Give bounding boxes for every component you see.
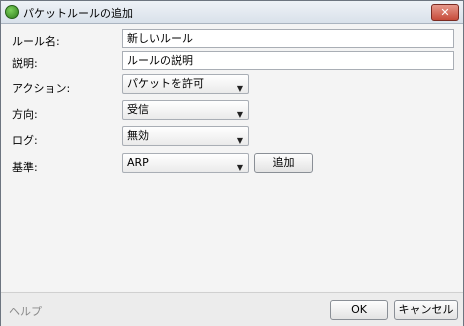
criteria-select[interactable]: ARP ▼: [122, 153, 249, 173]
log-select[interactable]: 無効 ▼: [122, 126, 249, 146]
form-area: ルール名: 新しいルール 説明: ルールの説明 アクション: パケットを許可 ▼…: [1, 24, 463, 291]
chevron-down-icon: ▼: [236, 110, 243, 119]
app-icon: [5, 5, 19, 19]
rule-name-label: ルール名:: [12, 35, 60, 48]
rule-name-input[interactable]: 新しいルール: [122, 29, 454, 48]
description-label: 説明:: [12, 57, 38, 70]
cancel-button[interactable]: キャンセル: [394, 300, 458, 320]
chevron-down-icon: ▼: [236, 163, 243, 172]
criteria-label: 基準:: [12, 161, 38, 174]
criteria-selected-value: ARP: [127, 156, 149, 169]
close-button[interactable]: ✕: [431, 4, 459, 21]
log-selected-value: 無効: [127, 129, 149, 142]
close-icon: ✕: [440, 6, 450, 19]
direction-label: 方向:: [12, 108, 38, 121]
dialog-footer: ヘルプ OK キャンセル: [1, 292, 463, 326]
add-criteria-button[interactable]: 追加: [254, 153, 313, 173]
window-title: パケットルールの追加: [23, 7, 133, 20]
add-packet-rule-dialog: パケットルールの追加 ✕ ルール名: 新しいルール 説明: ルールの説明 アクシ…: [0, 0, 464, 326]
action-label: アクション:: [12, 82, 71, 95]
chevron-down-icon: ▼: [236, 136, 243, 145]
ok-button[interactable]: OK: [330, 300, 388, 320]
help-link[interactable]: ヘルプ: [9, 303, 42, 319]
direction-selected-value: 受信: [127, 103, 149, 116]
action-select[interactable]: パケットを許可 ▼: [122, 74, 249, 94]
title-bar: パケットルールの追加 ✕: [1, 1, 463, 24]
chevron-down-icon: ▼: [236, 84, 243, 93]
description-input[interactable]: ルールの説明: [122, 51, 454, 70]
log-label: ログ:: [12, 134, 38, 147]
direction-select[interactable]: 受信 ▼: [122, 100, 249, 120]
action-selected-value: パケットを許可: [127, 77, 204, 90]
